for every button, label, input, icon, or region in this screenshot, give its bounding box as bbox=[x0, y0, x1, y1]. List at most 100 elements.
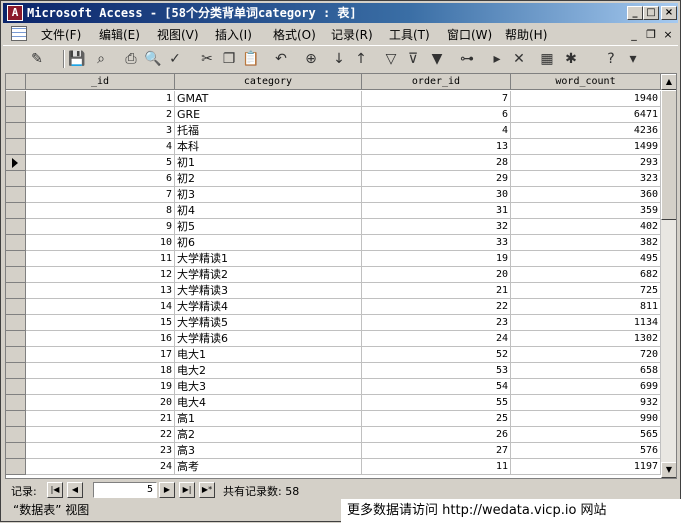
table-row[interactable]: 15 大学精读5 23 1134 bbox=[6, 315, 661, 331]
cell-order-id[interactable]: 32 bbox=[362, 219, 511, 235]
filter-by-form-icon[interactable]: ⊽ bbox=[403, 49, 423, 69]
cell-word-count[interactable]: 402 bbox=[511, 219, 661, 235]
row-selector[interactable] bbox=[6, 171, 26, 187]
row-selector[interactable] bbox=[6, 363, 26, 379]
cell-word-count[interactable]: 990 bbox=[511, 411, 661, 427]
doc-close-button[interactable]: × bbox=[662, 28, 674, 41]
table-row[interactable]: 8 初4 31 359 bbox=[6, 203, 661, 219]
menu-insert[interactable]: 插入(I) bbox=[215, 26, 252, 43]
cell-id[interactable]: 18 bbox=[26, 363, 175, 379]
row-selector[interactable] bbox=[6, 107, 26, 123]
row-selector[interactable] bbox=[6, 267, 26, 283]
cut-icon[interactable]: ✂ bbox=[197, 49, 217, 69]
sort-ascending-icon[interactable]: ↓ bbox=[329, 49, 349, 69]
help-icon[interactable]: ? bbox=[601, 49, 621, 69]
cell-order-id[interactable]: 27 bbox=[362, 443, 511, 459]
table-row[interactable]: 6 初2 29 323 bbox=[6, 171, 661, 187]
undo-icon[interactable]: ↶ bbox=[271, 49, 291, 69]
cell-order-id[interactable]: 54 bbox=[362, 379, 511, 395]
cell-order-id[interactable]: 23 bbox=[362, 315, 511, 331]
row-selector[interactable] bbox=[6, 395, 26, 411]
table-row[interactable]: 5 初1 28 293 bbox=[6, 155, 661, 171]
row-selector[interactable] bbox=[6, 379, 26, 395]
row-selector[interactable] bbox=[6, 139, 26, 155]
cell-category[interactable]: 电大3 bbox=[175, 379, 362, 395]
cell-word-count[interactable]: 4236 bbox=[511, 123, 661, 139]
maximize-button[interactable]: □ bbox=[643, 6, 659, 20]
cell-category[interactable]: 高2 bbox=[175, 427, 362, 443]
cell-category[interactable]: 大学精读2 bbox=[175, 267, 362, 283]
cell-id[interactable]: 17 bbox=[26, 347, 175, 363]
cell-word-count[interactable]: 811 bbox=[511, 299, 661, 315]
insert-hyperlink-icon[interactable]: ⊕ bbox=[301, 49, 321, 69]
cell-order-id[interactable]: 33 bbox=[362, 235, 511, 251]
print-icon[interactable]: ⎙ bbox=[121, 49, 141, 69]
table-row[interactable]: 4 本科 13 1499 bbox=[6, 139, 661, 155]
cell-word-count[interactable]: 382 bbox=[511, 235, 661, 251]
cell-id[interactable]: 14 bbox=[26, 299, 175, 315]
close-button[interactable]: × bbox=[661, 6, 677, 20]
cell-id[interactable]: 20 bbox=[26, 395, 175, 411]
cell-category[interactable]: 大学精读4 bbox=[175, 299, 362, 315]
cell-order-id[interactable]: 30 bbox=[362, 187, 511, 203]
cell-order-id[interactable]: 6 bbox=[362, 107, 511, 123]
cell-category[interactable]: 初2 bbox=[175, 171, 362, 187]
menu-edit[interactable]: 编辑(E) bbox=[99, 26, 140, 43]
table-row[interactable]: 21 高1 25 990 bbox=[6, 411, 661, 427]
cell-order-id[interactable]: 20 bbox=[362, 267, 511, 283]
cell-word-count[interactable]: 323 bbox=[511, 171, 661, 187]
row-selector[interactable] bbox=[6, 235, 26, 251]
new-object-icon[interactable]: ✱ bbox=[561, 49, 581, 69]
column-header-id[interactable]: _id bbox=[26, 74, 175, 90]
cell-id[interactable]: 15 bbox=[26, 315, 175, 331]
cell-id[interactable]: 13 bbox=[26, 283, 175, 299]
table-row[interactable]: 13 大学精读3 21 725 bbox=[6, 283, 661, 299]
cell-category[interactable]: 初1 bbox=[175, 155, 362, 171]
table-row[interactable]: 16 大学精读6 24 1302 bbox=[6, 331, 661, 347]
row-selector[interactable] bbox=[6, 91, 26, 107]
apply-filter-icon[interactable]: ▼ bbox=[427, 49, 447, 69]
row-selector[interactable] bbox=[6, 187, 26, 203]
current-record-input[interactable]: 5 bbox=[93, 482, 157, 498]
last-record-button[interactable]: ▶| bbox=[179, 482, 195, 498]
datasheet-grid[interactable]: _id category order_id word_count 1 GMAT 7 1… bbox=[5, 73, 677, 479]
cell-order-id[interactable]: 4 bbox=[362, 123, 511, 139]
cell-id[interactable]: 1 bbox=[26, 91, 175, 107]
doc-minimize-button[interactable]: _ bbox=[628, 28, 640, 41]
toolbar-options-icon[interactable]: ▾ bbox=[623, 49, 643, 69]
cell-category[interactable]: 大学精读6 bbox=[175, 331, 362, 347]
cell-id[interactable]: 10 bbox=[26, 235, 175, 251]
cell-category[interactable]: GRE bbox=[175, 107, 362, 123]
cell-order-id[interactable]: 13 bbox=[362, 139, 511, 155]
cell-id[interactable]: 3 bbox=[26, 123, 175, 139]
scroll-up-button[interactable]: ▲ bbox=[661, 74, 676, 90]
cell-order-id[interactable]: 22 bbox=[362, 299, 511, 315]
cell-category[interactable]: GMAT bbox=[175, 91, 362, 107]
table-row[interactable]: 11 大学精读1 19 495 bbox=[6, 251, 661, 267]
menu-window[interactable]: 窗口(W) bbox=[447, 26, 492, 43]
cell-word-count[interactable]: 565 bbox=[511, 427, 661, 443]
next-record-button[interactable]: ▶ bbox=[159, 482, 175, 498]
cell-category[interactable]: 大学精读3 bbox=[175, 283, 362, 299]
row-selector[interactable] bbox=[6, 459, 26, 475]
column-header-word-count[interactable]: word_count bbox=[511, 74, 661, 90]
previous-record-button[interactable]: ◀ bbox=[67, 482, 83, 498]
cell-word-count[interactable]: 293 bbox=[511, 155, 661, 171]
minimize-button[interactable]: _ bbox=[627, 6, 643, 20]
cell-order-id[interactable]: 55 bbox=[362, 395, 511, 411]
cell-id[interactable]: 22 bbox=[26, 427, 175, 443]
new-record-icon[interactable]: ▸ bbox=[487, 49, 507, 69]
cell-id[interactable]: 9 bbox=[26, 219, 175, 235]
cell-id[interactable]: 16 bbox=[26, 331, 175, 347]
cell-id[interactable]: 4 bbox=[26, 139, 175, 155]
table-row[interactable]: 17 电大1 52 720 bbox=[6, 347, 661, 363]
copy-icon[interactable]: ❐ bbox=[219, 49, 239, 69]
cell-order-id[interactable]: 7 bbox=[362, 91, 511, 107]
delete-record-icon[interactable]: ✕ bbox=[509, 49, 529, 69]
scroll-thumb[interactable] bbox=[661, 90, 676, 220]
save-icon[interactable]: 💾 bbox=[67, 49, 87, 69]
table-row[interactable]: 24 高考 11 1197 bbox=[6, 459, 661, 475]
table-row[interactable]: 7 初3 30 360 bbox=[6, 187, 661, 203]
paste-icon[interactable]: 📋 bbox=[241, 49, 261, 69]
column-header-order-id[interactable]: order_id bbox=[362, 74, 511, 90]
